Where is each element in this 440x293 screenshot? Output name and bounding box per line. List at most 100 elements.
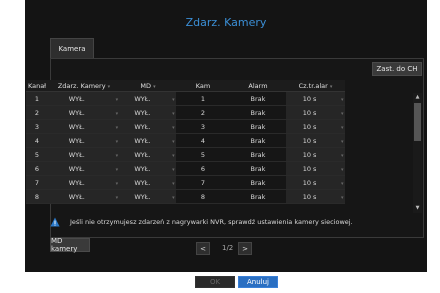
chevron-down-icon: ▾: [115, 166, 119, 173]
copy-to-channel-button[interactable]: Zast. do CH: [372, 62, 422, 76]
chevron-down-icon: ▾: [341, 152, 344, 159]
camera-cell: 2: [176, 105, 230, 120]
alarm-cell: Brak: [230, 161, 286, 176]
chevron-down-icon: ▾: [115, 96, 119, 103]
page-indicator: 1/2: [222, 244, 234, 252]
camera-event-select[interactable]: WYŁ. ▾: [48, 105, 120, 120]
chevron-down-icon: ▾: [341, 124, 344, 131]
channel-cell: 8: [26, 189, 48, 204]
chevron-down-icon: ▾: [115, 180, 119, 187]
camera-event-select[interactable]: WYŁ. ▾: [48, 133, 120, 148]
alarm-cell: Brak: [230, 91, 286, 106]
channel-cell: 1: [26, 91, 48, 106]
event-table: Kanał Zdarz. Kamery ▾ MD ▾ Kam Alarm Cz.…: [26, 80, 345, 204]
table-row: 7 WYŁ. ▾ WYŁ. ▾ 7 Brak 10 s ▾: [26, 175, 345, 190]
prev-page-button[interactable]: <: [196, 242, 210, 255]
camera-cell: 3: [176, 119, 230, 134]
camera-cell: 5: [176, 147, 230, 162]
table-row: 5 WYŁ. ▾ WYŁ. ▾ 5 Brak 10 s ▾: [26, 147, 345, 162]
chevron-down-icon: ▾: [172, 166, 175, 173]
chevron-down-icon: ▾: [115, 194, 119, 201]
table-row: 1 WYŁ. ▾ WYŁ. ▾ 1 Brak 10 s ▾: [26, 91, 345, 106]
alarm-cell: Brak: [230, 147, 286, 162]
camera-cell: 6: [176, 161, 230, 176]
chevron-down-icon: ▾: [172, 138, 175, 145]
column-header-alarm-time[interactable]: Cz.tr.alar ▾: [286, 80, 345, 92]
cancel-button[interactable]: Anuluj: [238, 276, 278, 288]
notice-text: Jeśli nie otrzymujesz zdarzeń z nagrywar…: [70, 218, 353, 226]
next-page-button[interactable]: >: [238, 242, 252, 255]
channel-cell: 7: [26, 175, 48, 190]
alarm-time-select[interactable]: 10 s ▾: [286, 189, 345, 204]
channel-cell: 2: [26, 105, 48, 120]
md-select[interactable]: WYŁ. ▾: [120, 119, 176, 134]
table-row: 3 WYŁ. ▾ WYŁ. ▾ 3 Brak 10 s ▾: [26, 119, 345, 134]
chevron-down-icon: ▾: [341, 194, 344, 201]
alarm-time-select[interactable]: 10 s ▾: [286, 147, 345, 162]
alarm-time-select[interactable]: 10 s ▾: [286, 119, 345, 134]
md-select[interactable]: WYŁ. ▾: [120, 161, 176, 176]
notice: Jeśli nie otrzymujesz zdarzeń z nagrywar…: [50, 217, 353, 227]
alarm-cell: Brak: [230, 105, 286, 120]
md-select[interactable]: WYŁ. ▾: [120, 105, 176, 120]
scroll-up-icon[interactable]: ▲: [413, 93, 422, 102]
camera-event-select[interactable]: WYŁ. ▾: [48, 147, 120, 162]
channel-cell: 6: [26, 161, 48, 176]
table-row: 6 WYŁ. ▾ WYŁ. ▾ 6 Brak 10 s ▾: [26, 161, 345, 176]
alarm-time-select[interactable]: 10 s ▾: [286, 175, 345, 190]
camera-event-select[interactable]: WYŁ. ▾: [48, 189, 120, 204]
table-row: 4 WYŁ. ▾ WYŁ. ▾ 4 Brak 10 s ▾: [26, 133, 345, 148]
alarm-cell: Brak: [230, 175, 286, 190]
camera-event-select[interactable]: WYŁ. ▾: [48, 175, 120, 190]
camera-event-select[interactable]: WYŁ. ▾: [48, 119, 120, 134]
chevron-down-icon: ▾: [172, 180, 175, 187]
alarm-time-select[interactable]: 10 s ▾: [286, 91, 345, 106]
chevron-down-icon: ▾: [172, 96, 175, 103]
chevron-down-icon: ▾: [341, 166, 344, 173]
alarm-cell: Brak: [230, 133, 286, 148]
warning-icon: [50, 217, 60, 227]
table-header: Kanał Zdarz. Kamery ▾ MD ▾ Kam Alarm Cz.…: [26, 80, 345, 92]
camera-cell: 7: [176, 175, 230, 190]
channel-cell: 3: [26, 119, 48, 134]
md-select[interactable]: WYŁ. ▾: [120, 133, 176, 148]
alarm-time-select[interactable]: 10 s ▾: [286, 105, 345, 120]
chevron-down-icon: ▾: [341, 138, 344, 145]
table-scrollbar[interactable]: ▲ ▼: [413, 93, 422, 213]
camera-cell: 8: [176, 189, 230, 204]
chevron-down-icon: ▾: [172, 194, 175, 201]
camera-event-select[interactable]: WYŁ. ▾: [48, 91, 120, 106]
alarm-cell: Brak: [230, 119, 286, 134]
dialog-title: Zdarz. Kamery: [185, 16, 267, 29]
scrollbar-thumb[interactable]: [414, 103, 421, 141]
alarm-time-select[interactable]: 10 s ▾: [286, 133, 345, 148]
table-row: 2 WYŁ. ▾ WYŁ. ▾ 2 Brak 10 s ▾: [26, 105, 345, 120]
scroll-down-icon[interactable]: ▼: [413, 204, 422, 213]
chevron-down-icon: ▾: [341, 180, 344, 187]
camera-cell: 4: [176, 133, 230, 148]
chevron-down-icon: ▾: [115, 152, 119, 159]
column-header-camera-event[interactable]: Zdarz. Kamery ▾: [48, 80, 120, 92]
chevron-down-icon: ▾: [115, 110, 119, 117]
column-header-camera: Kam: [176, 80, 230, 92]
chevron-down-icon: ▾: [172, 152, 175, 159]
channel-cell: 5: [26, 147, 48, 162]
camera-event-select[interactable]: WYŁ. ▾: [48, 161, 120, 176]
md-select[interactable]: WYŁ. ▾: [120, 189, 176, 204]
alarm-cell: Brak: [230, 189, 286, 204]
md-select[interactable]: WYŁ. ▾: [120, 175, 176, 190]
md-select[interactable]: WYŁ. ▾: [120, 91, 176, 106]
md-camera-button[interactable]: MD kamery: [50, 237, 90, 253]
chevron-down-icon: ▾: [341, 96, 344, 103]
chevron-down-icon: ▾: [341, 110, 344, 117]
ok-button[interactable]: OK: [195, 276, 235, 288]
camera-cell: 1: [176, 91, 230, 106]
chevron-down-icon: ▾: [115, 138, 119, 145]
md-select[interactable]: WYŁ. ▾: [120, 147, 176, 162]
chevron-down-icon: ▾: [115, 124, 119, 131]
channel-cell: 4: [26, 133, 48, 148]
column-header-md[interactable]: MD ▾: [120, 80, 176, 92]
tab-camera[interactable]: Kamera: [50, 38, 94, 59]
alarm-time-select[interactable]: 10 s ▾: [286, 161, 345, 176]
chevron-down-icon: ▾: [172, 124, 175, 131]
